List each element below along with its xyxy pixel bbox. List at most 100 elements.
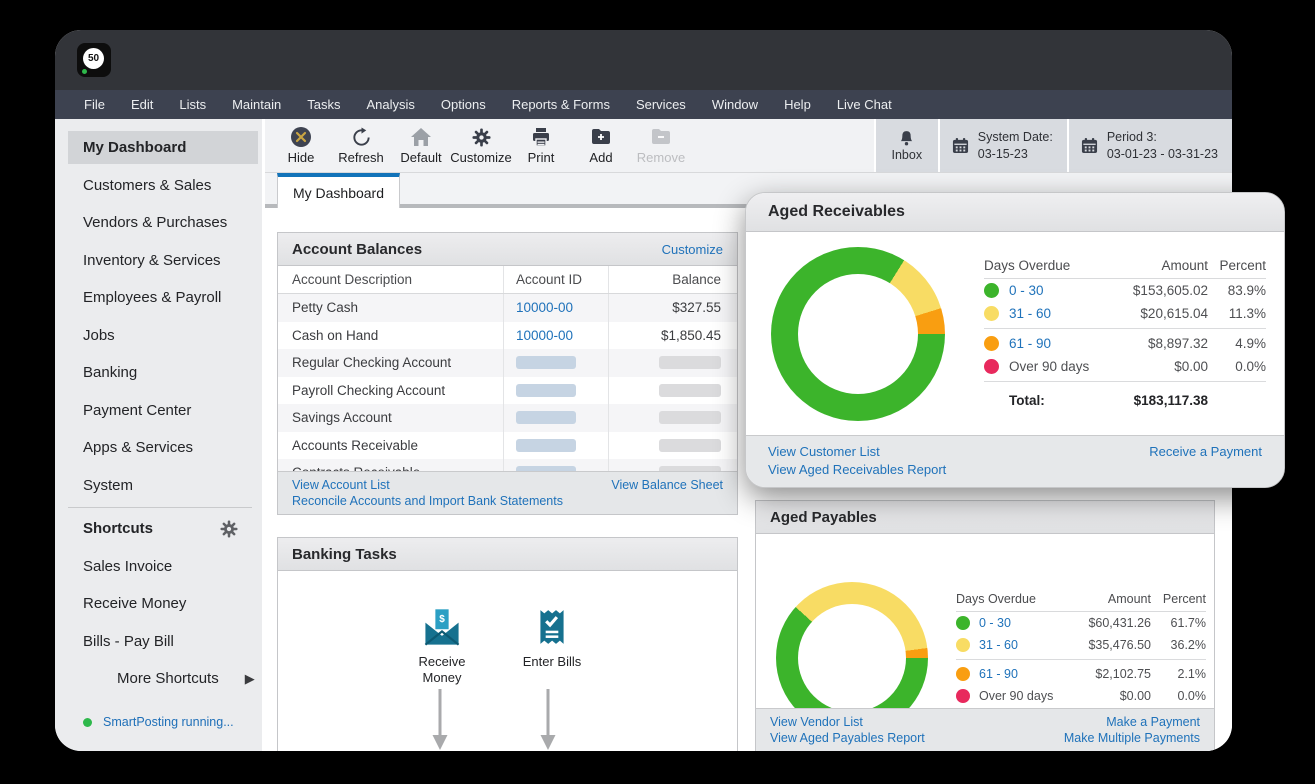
shortcut-sales-invoice[interactable]: Sales Invoice [55, 548, 262, 586]
logo-status-dot [82, 69, 87, 74]
range-0-30-link[interactable]: 0 - 30 [979, 616, 1011, 630]
range-31-60-link[interactable]: 31 - 60 [979, 638, 1018, 652]
legend-dot-over-90 [956, 689, 970, 703]
menu-services[interactable]: Services [623, 90, 699, 119]
smartposting-status[interactable]: SmartPosting running... [83, 715, 234, 729]
table-row: Payroll Checking Account [278, 377, 737, 405]
period-value: 03-01-23 - 03-31-23 [1107, 147, 1218, 161]
sidebar-item-my-dashboard[interactable]: My Dashboard [68, 131, 258, 164]
view-vendor-list-link[interactable]: View Vendor List [770, 714, 863, 730]
shortcut-receive-money[interactable]: Receive Money [55, 585, 262, 623]
legend-total-row: Total: $183,117.38 [984, 385, 1266, 411]
tab-my-dashboard[interactable]: My Dashboard [277, 173, 400, 208]
menu-live-chat[interactable]: Live Chat [824, 90, 905, 119]
reconcile-accounts-link[interactable]: Reconcile Accounts and Import Bank State… [292, 493, 563, 509]
enter-bills-task[interactable]: Enter Bills [504, 606, 600, 670]
view-balance-sheet-link[interactable]: View Balance Sheet [611, 477, 723, 493]
sidebar-item-jobs[interactable]: Jobs [55, 317, 262, 355]
legend-row: 61 - 90 $8,897.32 4.9% [984, 332, 1266, 355]
menu-reports-forms[interactable]: Reports & Forms [499, 90, 623, 119]
sidebar-item-employees-payroll[interactable]: Employees & Payroll [55, 279, 262, 317]
make-a-payment-link[interactable]: Make a Payment [1106, 714, 1200, 730]
navigation-sidebar: My Dashboard Customers & Sales Vendors &… [55, 119, 265, 751]
inbox-button[interactable]: Inbox [874, 119, 938, 172]
table-row: Cash on Hand 10000-00 $1,850.45 [278, 322, 737, 350]
make-multiple-payments-link[interactable]: Make Multiple Payments [1064, 730, 1200, 746]
gear-icon[interactable] [220, 520, 238, 538]
account-balances-panel: Account Balances Customize Account Descr… [277, 232, 738, 515]
sidebar-item-apps-services[interactable]: Apps & Services [55, 429, 262, 467]
menu-edit[interactable]: Edit [118, 90, 166, 119]
print-button[interactable]: Print [511, 126, 571, 165]
range-0-30-link[interactable]: 0 - 30 [1009, 283, 1044, 298]
range-61-90-link[interactable]: 61 - 90 [979, 667, 1018, 681]
view-aged-payables-report-link[interactable]: View Aged Payables Report [770, 730, 925, 746]
menu-lists[interactable]: Lists [166, 90, 219, 119]
menu-tasks[interactable]: Tasks [294, 90, 353, 119]
refresh-icon [351, 126, 372, 148]
masked-balance [659, 356, 721, 369]
account-balance: $327.55 [609, 294, 737, 322]
range-over-90-label: Over 90 days [979, 689, 1053, 703]
sidebar-item-payment-center[interactable]: Payment Center [55, 392, 262, 430]
aged-payables-footer: View Vendor List Make a Payment View Age… [756, 708, 1214, 751]
sage50-logo: 50 [77, 43, 111, 77]
view-aged-receivables-report-link[interactable]: View Aged Receivables Report [768, 461, 946, 479]
sidebar-item-vendors-purchases[interactable]: Vendors & Purchases [55, 204, 262, 242]
shortcut-bills-pay-bill[interactable]: Bills - Pay Bill [55, 623, 262, 661]
receive-a-payment-link[interactable]: Receive a Payment [1149, 443, 1262, 461]
task-label: Enter Bills [523, 654, 582, 670]
masked-balance [659, 439, 721, 452]
svg-text:$: $ [439, 614, 445, 625]
customize-link[interactable]: Customize [662, 242, 723, 257]
more-shortcuts-label: More Shortcuts [117, 670, 219, 687]
sidebar-divider [68, 507, 252, 508]
col-account-id: Account ID [504, 266, 609, 293]
table-row: Savings Account [278, 404, 737, 432]
range-31-60-link[interactable]: 31 - 60 [1009, 306, 1051, 321]
view-customer-list-link[interactable]: View Customer List [768, 443, 880, 461]
legend-row: 31 - 60 $35,476.50 36.2% [956, 634, 1206, 656]
flow-arrow-icon [538, 689, 558, 751]
menu-file[interactable]: File [71, 90, 118, 119]
status-text: SmartPosting running... [103, 715, 234, 729]
sidebar-item-banking[interactable]: Banking [55, 354, 262, 392]
default-button[interactable]: Default [391, 126, 451, 165]
table-row: Petty Cash 10000-00 $327.55 [278, 294, 737, 322]
account-id-link[interactable]: 10000-00 [516, 328, 573, 343]
hide-button[interactable]: Hide [271, 126, 331, 165]
sidebar-item-customers-sales[interactable]: Customers & Sales [55, 167, 262, 205]
customize-button[interactable]: Customize [451, 126, 511, 165]
menu-analysis[interactable]: Analysis [353, 90, 427, 119]
sidebar-item-system[interactable]: System [55, 467, 262, 505]
legend-dot-31-60 [956, 638, 970, 652]
menu-help[interactable]: Help [771, 90, 824, 119]
system-date-control[interactable]: System Date: 03-15-23 [938, 119, 1067, 172]
account-id-link[interactable]: 10000-00 [516, 300, 573, 315]
menu-window[interactable]: Window [699, 90, 771, 119]
banking-tasks-header: Banking Tasks [278, 538, 737, 571]
aged-receivables-donut-chart [771, 247, 945, 421]
printer-icon [531, 126, 551, 148]
col-account-description: Account Description [278, 266, 504, 293]
receive-money-task[interactable]: $ ReceiveMoney [394, 606, 490, 687]
legend-separator [956, 659, 1206, 660]
legend-header: Days Overdue Amount Percent [956, 586, 1206, 612]
range-over-90-label: Over 90 days [1009, 359, 1089, 374]
add-folder-icon [591, 126, 611, 148]
menu-maintain[interactable]: Maintain [219, 90, 294, 119]
more-shortcuts-button[interactable]: More Shortcuts ▶ [55, 660, 262, 698]
sidebar-item-inventory-services[interactable]: Inventory & Services [55, 242, 262, 280]
add-button[interactable]: Add [571, 126, 631, 165]
view-account-list-link[interactable]: View Account List [292, 477, 390, 493]
refresh-button[interactable]: Refresh [331, 126, 391, 165]
legend-row: 61 - 90 $2,102.75 2.1% [956, 663, 1206, 685]
sage50-logo-badge: 50 [83, 48, 104, 69]
aged-receivables-footer: View Customer List Receive a Payment Vie… [746, 435, 1284, 487]
table-row: Accounts Receivable [278, 432, 737, 460]
range-61-90-link[interactable]: 61 - 90 [1009, 336, 1051, 351]
menu-options[interactable]: Options [428, 90, 499, 119]
status-dot-icon [83, 718, 92, 727]
period-control[interactable]: Period 3: 03-01-23 - 03-31-23 [1067, 119, 1232, 172]
account-description: Accounts Receivable [278, 432, 504, 460]
